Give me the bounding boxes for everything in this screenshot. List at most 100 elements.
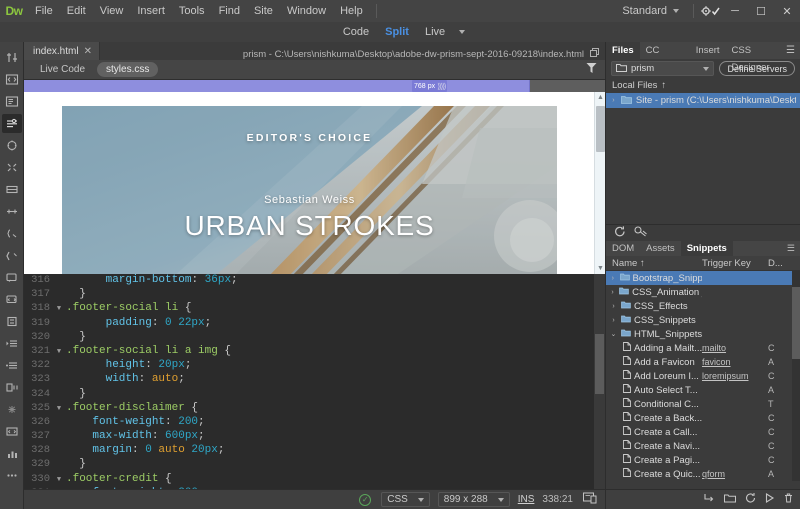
code-line[interactable]: 318▼.footer-social li { bbox=[24, 302, 594, 316]
snippet-row[interactable]: Add Loreum I...loremipsumC bbox=[606, 369, 800, 383]
device-preview-icon[interactable] bbox=[583, 492, 597, 507]
select-parent-tag-icon[interactable] bbox=[2, 202, 22, 221]
highlight-invalid-icon[interactable] bbox=[2, 400, 22, 419]
close-icon[interactable]: ✕ bbox=[84, 46, 92, 57]
collapse-full-tag-icon[interactable] bbox=[2, 136, 22, 155]
collapse-selection-icon[interactable] bbox=[2, 158, 22, 177]
snippet-row[interactable]: ›Bootstrap_Snippets bbox=[606, 271, 800, 285]
snippets-scrollbar[interactable] bbox=[792, 271, 800, 481]
format-source-code-icon[interactable] bbox=[2, 114, 22, 133]
menu-file[interactable]: File bbox=[28, 0, 60, 22]
insert-mode-toggle[interactable]: INS bbox=[518, 494, 535, 505]
put-files-icon[interactable] bbox=[724, 493, 736, 506]
snippet-row[interactable]: Create a Navi...C bbox=[606, 439, 800, 453]
code-line[interactable]: 327 max-width: 600px; bbox=[24, 430, 594, 444]
maximize-button[interactable]: ☐ bbox=[748, 0, 774, 22]
snippet-row[interactable]: Auto Select T...A bbox=[606, 383, 800, 397]
close-button[interactable]: ✕ bbox=[774, 0, 800, 22]
linting-icon[interactable] bbox=[2, 422, 22, 441]
code-line[interactable]: 316 margin-bottom: 36px; bbox=[24, 274, 594, 288]
mode-split[interactable]: Split bbox=[377, 22, 417, 42]
indent-code-icon[interactable] bbox=[2, 334, 22, 353]
chart-icon[interactable] bbox=[2, 444, 22, 463]
responsive-track[interactable] bbox=[24, 80, 529, 92]
menu-window[interactable]: Window bbox=[280, 0, 333, 22]
disclosure-triangle-icon[interactable]: › bbox=[609, 275, 617, 282]
preview-scrollbar-thumb[interactable] bbox=[596, 106, 605, 152]
workspace-switcher[interactable]: Standard bbox=[614, 0, 687, 22]
related-file-styles-css[interactable]: styles.css bbox=[97, 62, 158, 77]
disclosure-triangle-icon[interactable]: › bbox=[609, 289, 616, 296]
tab-cc-libraries[interactable]: CC Libraries bbox=[640, 42, 690, 59]
expand-all-icon[interactable] bbox=[2, 180, 22, 199]
refresh-icon[interactable] bbox=[614, 226, 626, 240]
code-line[interactable]: 317 } bbox=[24, 288, 594, 302]
tab-dom[interactable]: DOM bbox=[606, 241, 640, 256]
snippet-row[interactable]: ›CSS_Snippets bbox=[606, 313, 800, 327]
tab-css-designer[interactable]: CSS Designer bbox=[726, 42, 781, 59]
preview-scrollbar[interactable]: ▲ ▼ bbox=[594, 92, 605, 274]
snippet-row[interactable]: Create a Pagi...C bbox=[606, 453, 800, 467]
scroll-up-icon[interactable]: ▲ bbox=[597, 94, 604, 101]
snippet-row[interactable]: Conditional C...T bbox=[606, 397, 800, 411]
expand-icon[interactable] bbox=[765, 493, 775, 506]
get-files-icon[interactable] bbox=[704, 493, 715, 506]
check-circle-icon[interactable]: ✓ bbox=[359, 494, 371, 506]
snippet-row[interactable]: Add a FaviconfaviconA bbox=[606, 355, 800, 369]
code-editor-pane[interactable]: 316 margin-bottom: 36px;317 }318▼.footer… bbox=[24, 274, 605, 489]
responsive-width-handle[interactable]: 768 px ⟩⟩⟩⟩⟩ bbox=[412, 80, 447, 92]
snippet-row[interactable]: ›CSS_Animation __... bbox=[606, 285, 800, 299]
tab-insert[interactable]: Insert bbox=[690, 42, 726, 59]
menu-insert[interactable]: Insert bbox=[130, 0, 172, 22]
code-line[interactable]: 328 margin: 0 auto 20px; bbox=[24, 444, 594, 458]
filter-funnel-icon[interactable] bbox=[586, 62, 597, 77]
panel-menu-icon[interactable]: ☰ bbox=[781, 42, 800, 59]
disclosure-triangle-icon[interactable]: ⌄ bbox=[609, 330, 618, 338]
column-name[interactable]: Name ↑ bbox=[606, 258, 702, 269]
menu-tools[interactable]: Tools bbox=[172, 0, 212, 22]
code-line[interactable]: 325▼.footer-disclaimer { bbox=[24, 402, 594, 416]
code-fold-toggle-icon[interactable]: ▼ bbox=[54, 345, 64, 356]
doctype-selector[interactable]: CSS bbox=[381, 492, 430, 507]
move-left-icon[interactable] bbox=[2, 378, 22, 397]
code-line[interactable]: 320 } bbox=[24, 331, 594, 345]
responsive-width-bar[interactable]: 768 px ⟩⟩⟩⟩⟩ bbox=[24, 80, 605, 92]
window-size-selector[interactable]: 899 x 288 bbox=[438, 492, 510, 507]
gear-check-icon[interactable] bbox=[700, 0, 722, 22]
refresh-icon-bottom[interactable] bbox=[745, 493, 756, 506]
tab-files[interactable]: Files bbox=[606, 42, 640, 59]
column-trigger-key[interactable]: Trigger Key bbox=[702, 258, 768, 269]
minimize-button[interactable]: ─ bbox=[722, 0, 748, 22]
snippet-row[interactable]: ›CSS_Effects bbox=[606, 299, 800, 313]
delete-icon[interactable] bbox=[784, 493, 793, 506]
menu-view[interactable]: View bbox=[93, 0, 131, 22]
code-scrollbar[interactable] bbox=[594, 274, 605, 489]
snippet-row[interactable]: Adding a Mailt...mailtoC bbox=[606, 341, 800, 355]
tab-snippets[interactable]: Snippets bbox=[681, 241, 733, 256]
snippets-scrollbar-thumb[interactable] bbox=[792, 287, 800, 359]
disclosure-triangle-icon[interactable]: › bbox=[609, 317, 618, 324]
snippet-row[interactable]: Create a Call...C bbox=[606, 425, 800, 439]
code-line[interactable]: 322 height: 20px; bbox=[24, 359, 594, 373]
code-line[interactable]: 326 font-weight: 200; bbox=[24, 416, 594, 430]
file-management-icon[interactable] bbox=[2, 48, 22, 67]
scroll-down-icon[interactable]: ▼ bbox=[597, 265, 604, 272]
menu-help[interactable]: Help bbox=[333, 0, 370, 22]
live-code-button[interactable]: Live Code bbox=[36, 64, 89, 75]
snippet-row[interactable]: Create a Quic...qformA bbox=[606, 467, 800, 481]
site-dropdown[interactable]: prism bbox=[611, 61, 714, 76]
outdent-code-icon[interactable] bbox=[2, 356, 22, 375]
menu-find[interactable]: Find bbox=[212, 0, 247, 22]
document-tab-index-html[interactable]: index.html ✕ bbox=[24, 42, 100, 60]
column-description[interactable]: D... bbox=[768, 258, 800, 269]
snippets-panel-menu-icon[interactable]: ☰ bbox=[782, 241, 800, 256]
code-line[interactable]: 324 } bbox=[24, 388, 594, 402]
files-list[interactable]: ›Site - prism (C:\Users\nishkuma\Desktop… bbox=[606, 93, 800, 108]
code-fold-toggle-icon[interactable]: ▼ bbox=[54, 402, 64, 413]
restore-window-icon[interactable] bbox=[590, 48, 599, 60]
mode-code[interactable]: Code bbox=[335, 22, 377, 42]
balance-braces-icon[interactable] bbox=[2, 224, 22, 243]
more-tools-icon[interactable] bbox=[2, 466, 22, 485]
code-line[interactable]: 323 width: auto; bbox=[24, 373, 594, 387]
code-fold-toggle-icon[interactable]: ▼ bbox=[54, 302, 64, 313]
